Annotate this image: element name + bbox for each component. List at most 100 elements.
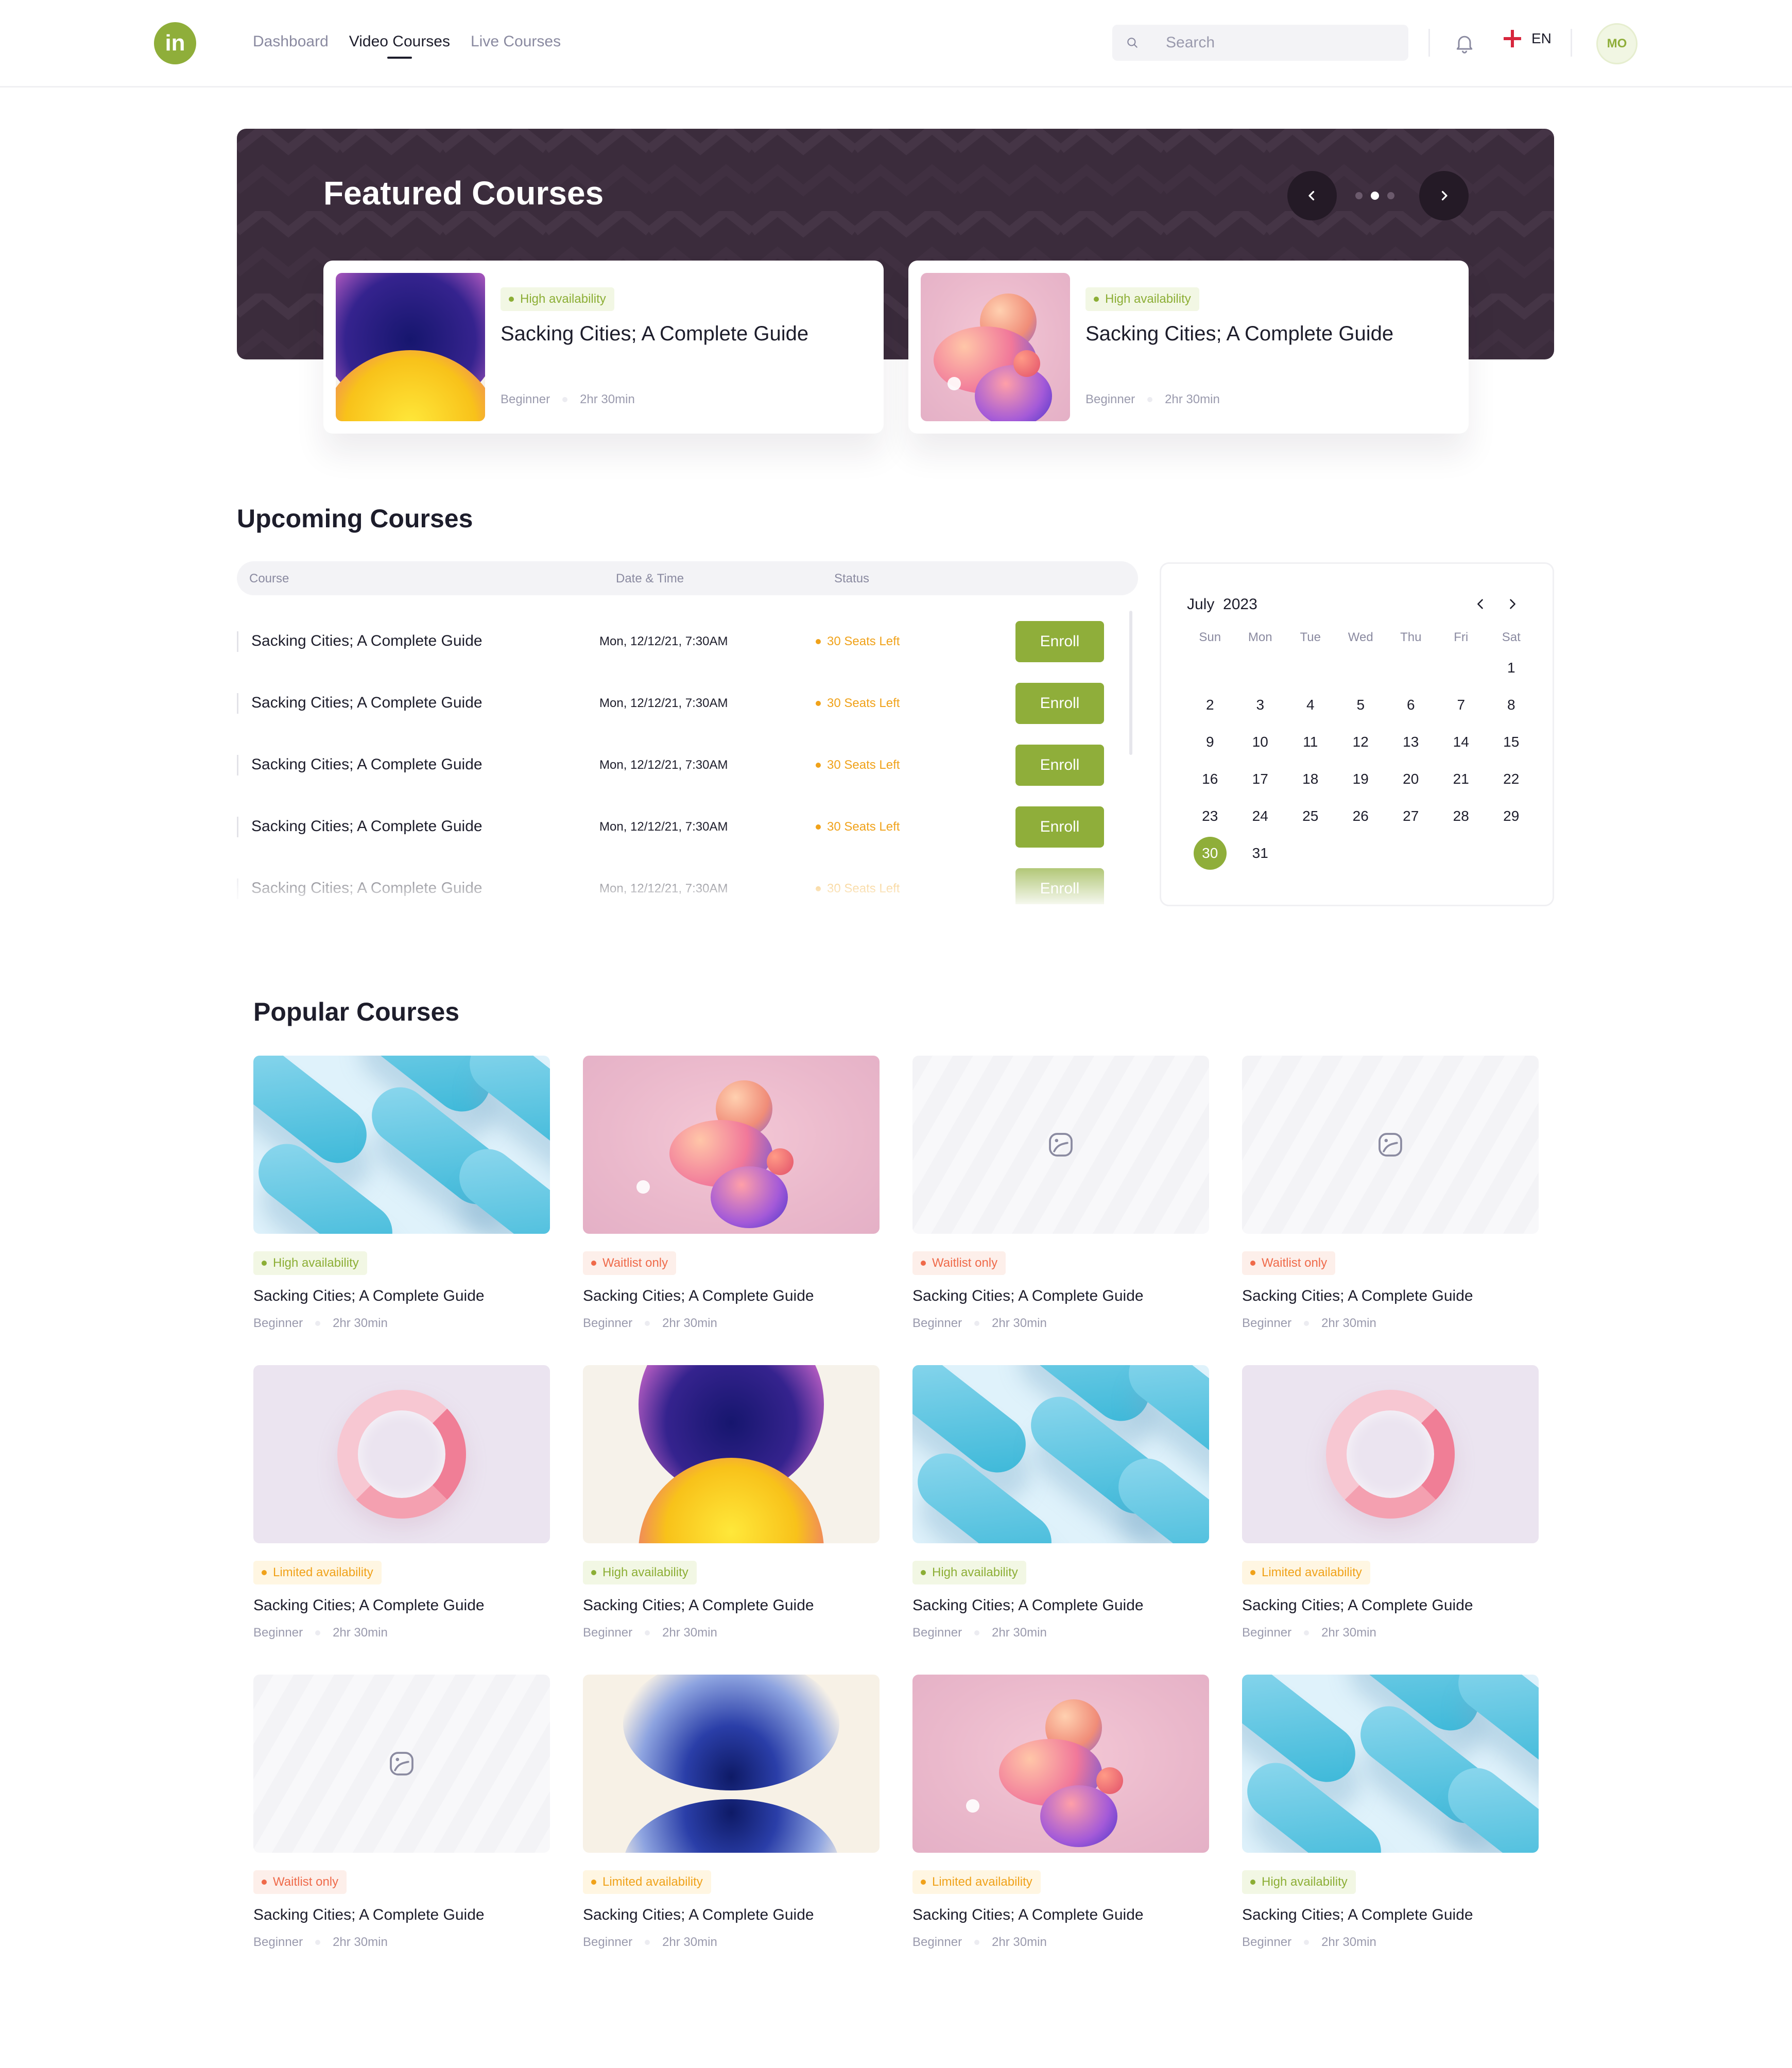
calendar-day[interactable]: 17: [1235, 761, 1286, 798]
calendar-day[interactable]: 7: [1436, 686, 1487, 723]
carousel-dots: [1355, 192, 1394, 200]
course-meta: Beginner 2hr 30min: [501, 392, 635, 407]
course-thumbnail: [583, 1056, 880, 1234]
calendar-day[interactable]: 3: [1235, 686, 1286, 723]
course-card[interactable]: High availability Sacking Cities; A Compl…: [912, 1365, 1209, 1653]
language-selector[interactable]: EN: [1504, 30, 1552, 47]
availability-badge: Limited availability: [253, 1561, 382, 1584]
row-datetime: Mon, 12/12/21, 7:30AM: [599, 882, 728, 895]
enroll-button[interactable]: Enroll: [1015, 806, 1104, 848]
carousel-next-button[interactable]: [1419, 171, 1469, 220]
calendar-day[interactable]: 26: [1336, 798, 1386, 835]
enroll-button[interactable]: Enroll: [1015, 621, 1104, 662]
meta-separator: [562, 397, 568, 402]
course-card[interactable]: Waitlist only Sacking Cities; A Complete …: [1242, 1056, 1539, 1344]
bell-icon[interactable]: [1453, 32, 1476, 55]
calendar-day[interactable]: 14: [1436, 723, 1487, 761]
course-level: Beginner: [253, 1935, 303, 1949]
course-card[interactable]: Limited availability Sacking Cities; A Co…: [583, 1675, 880, 1963]
meta-separator: [974, 1630, 980, 1635]
calendar-day[interactable]: 5: [1336, 686, 1386, 723]
calendar-day[interactable]: 19: [1336, 761, 1386, 798]
avatar[interactable]: MO: [1596, 23, 1638, 64]
calendar-day[interactable]: 24: [1235, 798, 1286, 835]
calendar-day[interactable]: 10: [1235, 723, 1286, 761]
calendar-day[interactable]: 11: [1285, 723, 1336, 761]
calendar-day[interactable]: 29: [1486, 798, 1537, 835]
course-meta: Beginner 2hr 30min: [253, 1626, 388, 1640]
calendar-day[interactable]: 2: [1185, 686, 1235, 723]
search-input[interactable]: [1166, 34, 1382, 51]
calendar-day-number: 1: [1507, 660, 1515, 676]
calendar-day[interactable]: 18: [1285, 761, 1336, 798]
scrollbar[interactable]: [1129, 611, 1132, 755]
course-thumbnail: [583, 1675, 880, 1853]
course-level: Beginner: [912, 1935, 962, 1949]
calendar-day[interactable]: 21: [1436, 761, 1487, 798]
course-card[interactable]: Waitlist only Sacking Cities; A Complete …: [253, 1675, 550, 1963]
enroll-button[interactable]: Enroll: [1015, 745, 1104, 786]
calendar-day[interactable]: 13: [1386, 723, 1436, 761]
course-card[interactable]: High availability Sacking Cities; A Compl…: [583, 1365, 880, 1653]
course-card[interactable]: Limited availability Sacking Cities; A Co…: [912, 1675, 1209, 1963]
calendar-day-number: 31: [1252, 845, 1268, 861]
meta-separator: [974, 1940, 980, 1945]
calendar-day-selected[interactable]: 30: [1185, 835, 1235, 872]
calendar-day[interactable]: 6: [1386, 686, 1436, 723]
row-course: Sacking Cities; A Complete Guide: [251, 694, 483, 711]
course-card[interactable]: Limited availability Sacking Cities; A Co…: [1242, 1365, 1539, 1653]
availability-badge: High availability: [583, 1561, 697, 1584]
nav-live-courses[interactable]: Live Courses: [471, 33, 561, 56]
row-course: Sacking Cities; A Complete Guide: [251, 880, 483, 897]
nav-dashboard[interactable]: Dashboard: [253, 33, 329, 56]
carousel-dot-active[interactable]: [1371, 192, 1379, 200]
calendar-empty-cell: [1386, 649, 1436, 686]
course-meta: Beginner 2hr 30min: [583, 1935, 717, 1950]
calendar-day[interactable]: 25: [1285, 798, 1336, 835]
logo[interactable]: in: [154, 22, 196, 64]
calendar-day-number: 30: [1193, 837, 1227, 870]
featured-course-card[interactable]: High availability Sacking Cities; A Comp…: [908, 261, 1469, 434]
enroll-button[interactable]: Enroll: [1015, 683, 1104, 724]
course-duration: 2hr 30min: [992, 1626, 1047, 1640]
calendar-day[interactable]: 28: [1436, 798, 1487, 835]
calendar-day[interactable]: 27: [1386, 798, 1436, 835]
course-card[interactable]: High availability Sacking Cities; A Compl…: [253, 1056, 550, 1344]
calendar-day[interactable]: 31: [1235, 835, 1286, 872]
calendar-day-number: 29: [1503, 808, 1520, 824]
calendar-next-button[interactable]: [1502, 594, 1523, 614]
carousel-dot[interactable]: [1355, 192, 1363, 199]
course-duration: 2hr 30min: [1165, 392, 1220, 406]
course-meta: Beginner 2hr 30min: [1242, 1935, 1376, 1950]
calendar-prev-button[interactable]: [1470, 594, 1491, 614]
calendar-day[interactable]: 9: [1185, 723, 1235, 761]
weekday-label: Sun: [1199, 630, 1221, 644]
calendar-day[interactable]: 20: [1386, 761, 1436, 798]
nav-video-courses[interactable]: Video Courses: [349, 33, 450, 59]
course-card[interactable]: Limited availability Sacking Cities; A Co…: [253, 1365, 550, 1653]
calendar-day[interactable]: 23: [1185, 798, 1235, 835]
table-row: Sacking Cities; A Complete Guide Mon, 12…: [237, 621, 1112, 662]
featured-course-card[interactable]: High availability Sacking Cities; A Comp…: [323, 261, 884, 434]
calendar-day-number: 6: [1406, 697, 1415, 713]
calendar-day[interactable]: 4: [1285, 686, 1336, 723]
course-title: Sacking Cities; A Complete Guide: [253, 1906, 485, 1923]
carousel-dot[interactable]: [1387, 192, 1394, 199]
course-card[interactable]: High availability Sacking Cities; A Compl…: [1242, 1675, 1539, 1963]
carousel-prev-button[interactable]: [1287, 171, 1337, 220]
course-card[interactable]: Waitlist only Sacking Cities; A Complete …: [912, 1056, 1209, 1344]
row-datetime: Mon, 12/12/21, 7:30AM: [599, 820, 728, 834]
table-row: Sacking Cities; A Complete Guide Mon, 12…: [237, 868, 1112, 904]
enroll-button[interactable]: Enroll: [1015, 868, 1104, 904]
calendar-day[interactable]: 16: [1185, 761, 1235, 798]
course-card[interactable]: Waitlist only Sacking Cities; A Complete …: [583, 1056, 880, 1344]
course-thumbnail: [912, 1675, 1209, 1853]
calendar-day[interactable]: 15: [1486, 723, 1537, 761]
calendar-day[interactable]: 1: [1486, 649, 1537, 686]
image-placeholder-icon: [1049, 1133, 1073, 1157]
calendar-day[interactable]: 22: [1486, 761, 1537, 798]
calendar-day-number: 7: [1457, 697, 1466, 713]
row-marker: [237, 693, 238, 714]
calendar-day[interactable]: 12: [1336, 723, 1386, 761]
calendar-day[interactable]: 8: [1486, 686, 1537, 723]
